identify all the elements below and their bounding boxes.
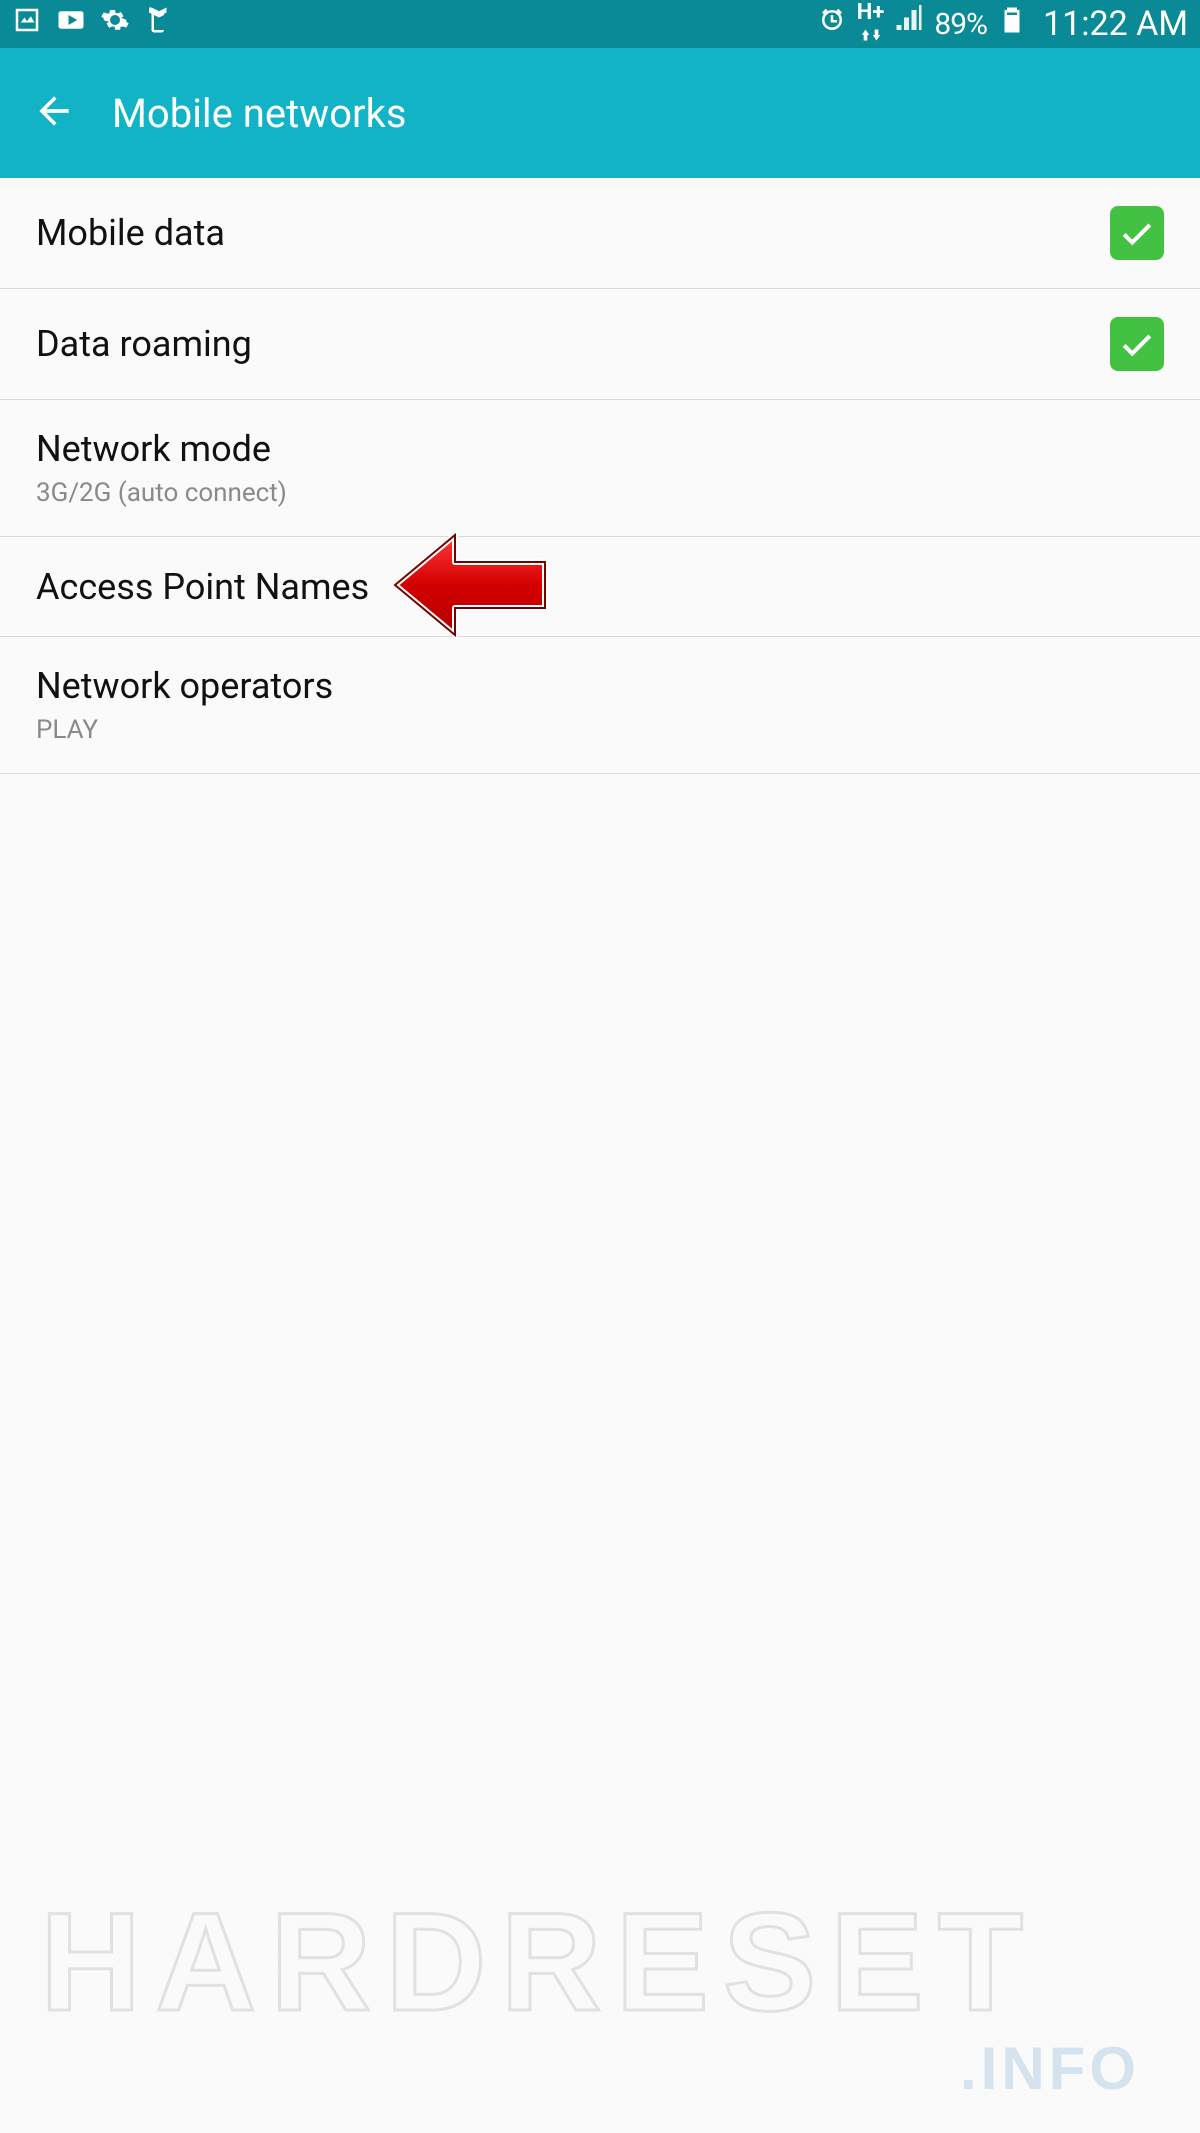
status-left-icons — [12, 5, 174, 43]
clock-label: 11:22 AM — [1043, 4, 1188, 44]
red-pointer-arrow-icon — [390, 530, 550, 644]
item-label: Network operators — [36, 665, 333, 707]
network-type-label: H+ — [857, 2, 885, 46]
item-network-mode[interactable]: Network mode 3G/2G (auto connect) — [0, 400, 1200, 537]
item-sublabel: 3G/2G (auto connect) — [36, 478, 287, 508]
play-store-icon — [144, 5, 174, 43]
gear-icon — [100, 5, 130, 43]
signal-icon — [894, 5, 924, 43]
item-network-operators[interactable]: Network operators PLAY — [0, 637, 1200, 774]
item-label: Data roaming — [36, 323, 252, 365]
item-label: Network mode — [36, 428, 287, 470]
item-sublabel: PLAY — [36, 715, 333, 745]
back-arrow-icon[interactable] — [32, 89, 76, 137]
checkbox-mobile-data[interactable] — [1110, 206, 1164, 260]
item-label: Access Point Names — [36, 566, 369, 608]
item-label: Mobile data — [36, 212, 225, 254]
status-right: H+ 89% 11:22 AM — [817, 2, 1188, 46]
watermark-main: HARDRESET — [40, 1881, 1037, 2043]
checkbox-data-roaming[interactable] — [1110, 317, 1164, 371]
battery-icon — [997, 5, 1027, 43]
item-access-point-names[interactable]: Access Point Names — [0, 537, 1200, 637]
youtube-icon — [56, 5, 86, 43]
settings-list: Mobile data Data roaming Network mode 3G… — [0, 178, 1200, 774]
alarm-icon — [817, 5, 847, 43]
app-bar: Mobile networks — [0, 48, 1200, 178]
item-data-roaming[interactable]: Data roaming — [0, 289, 1200, 400]
page-title: Mobile networks — [112, 90, 407, 137]
battery-percent-label: 89% — [934, 7, 987, 42]
status-bar: H+ 89% 11:22 AM — [0, 0, 1200, 48]
watermark-sub: .INFO — [960, 2034, 1140, 2103]
gallery-icon — [12, 5, 42, 43]
item-mobile-data[interactable]: Mobile data — [0, 178, 1200, 289]
